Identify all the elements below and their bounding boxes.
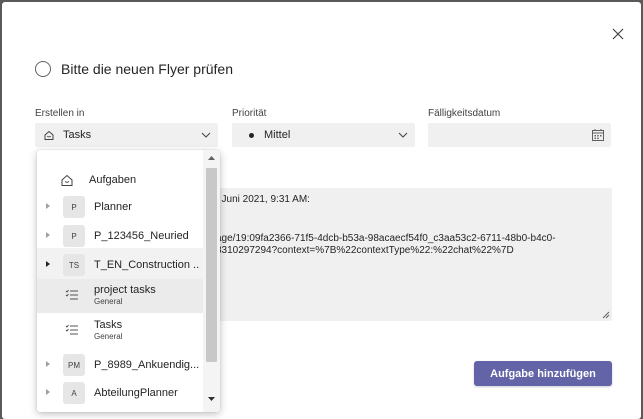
avatar: PM [63,354,85,376]
dropdown-item-sublabel: General [94,332,123,341]
close-icon [612,28,624,40]
dropdown-item-label: Tasks [94,319,123,331]
dropdown-item-label: T_EN_Construction ... [94,259,200,271]
dropdown-item-label: project tasks [94,284,156,296]
avatar: A [63,382,85,404]
avatar: P [63,225,85,247]
create-in-value: Tasks [63,129,92,141]
dropdown-item-label: P_8989_Ankuendig... [94,359,200,371]
chevron-down-icon [398,132,408,138]
add-task-button[interactable]: Aufgabe hinzufügen [474,361,612,386]
chevron-right-icon[interactable] [45,202,51,210]
dropdown-item-label: Aufgaben [89,174,137,186]
dropdown-item-project-tasks[interactable]: project tasks General [37,279,203,313]
scroll-down-icon[interactable] [207,396,216,402]
chevron-right-icon[interactable] [45,388,51,396]
priority-label: Priorität [232,108,267,119]
dropdown-item-abteilungplanner[interactable]: A AbteilungPlanner [37,376,203,410]
notes-line: . Juni 2021, 9:31 AM: [216,194,310,205]
chevron-right-icon[interactable] [45,231,51,239]
scrollbar-thumb[interactable] [206,168,217,362]
priority-dot-icon [249,133,254,138]
dropdown-item-tasks[interactable]: Tasks General [37,314,203,348]
dropdown-item-label: P_123456_Neuried [94,230,189,242]
chevron-right-icon[interactable] [45,260,51,268]
task-title[interactable]: Bitte die neuen Flyer prüfen [61,61,233,77]
notes-line: age/19:09fa2366-71f5-4dcb-b53a-98acaecf5… [216,233,556,244]
home-icon [44,130,54,140]
dropdown-item-t-en-construction[interactable]: TS T_EN_Construction ... [37,248,203,282]
task-title-row: Bitte die neuen Flyer prüfen [35,61,233,77]
notes-textarea[interactable]: . Juni 2021, 9:31 AM: age/19:09fa2366-71… [212,188,612,321]
notes-line: 3310297294?context=%7B%22contextType%22:… [216,245,514,256]
due-date-label: Fälligkeitsdatum [428,108,501,119]
calendar-icon[interactable] [591,128,605,142]
dropdown-scrollbar[interactable] [203,150,220,412]
avatar: P [63,196,85,218]
priority-select[interactable]: Mittel [232,123,415,147]
dropdown-item-label: Planner [94,201,132,213]
resize-handle-icon[interactable] [602,311,610,319]
dropdown-item-sublabel: General [94,297,123,306]
priority-value: Mittel [264,129,291,141]
scroll-up-icon[interactable] [207,155,216,161]
create-in-select[interactable]: Tasks [35,123,218,147]
avatar: TS [63,254,85,276]
complete-task-radio[interactable] [35,61,51,77]
create-in-label: Erstellen in [35,108,85,119]
due-date-input[interactable] [428,123,611,147]
add-task-dialog: Bitte die neuen Flyer prüfen Erstellen i… [2,2,641,419]
chevron-down-icon [201,132,211,138]
home-icon [61,174,73,186]
task-list-icon [65,324,78,335]
chevron-right-icon[interactable] [45,360,51,368]
dropdown-item-label: AbteilungPlanner [94,387,178,399]
create-in-dropdown: Aufgaben P Planner P P_123456_Neuried TS… [37,150,220,412]
task-list-icon [65,289,78,300]
close-button[interactable] [608,24,628,44]
